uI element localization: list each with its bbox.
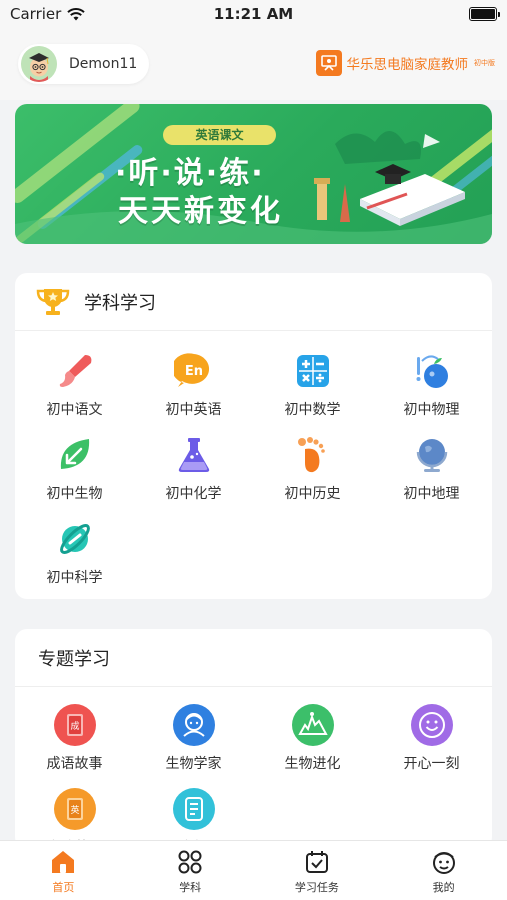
topics-title: 专题学习: [38, 648, 110, 670]
globe-icon: [410, 433, 454, 477]
topics-card: 专题学习 成 成语故事 生物学家 生物进化 开心一刻 英: [15, 629, 492, 849]
brand: 华乐思电脑家庭教师 初中版: [315, 50, 495, 76]
profile-face-icon: [432, 852, 455, 874]
svg-text:成: 成: [70, 720, 79, 732]
banner-headline-2: 天天新变化: [118, 194, 283, 229]
student-avatar-icon: [21, 46, 57, 82]
tab-home[interactable]: 首页: [0, 841, 127, 900]
tab-mine[interactable]: 我的: [380, 841, 507, 900]
subject-label: 初中英语: [165, 402, 222, 418]
battery-fill: [471, 9, 495, 19]
evolution-icon: [291, 703, 335, 747]
subjects-title: 学科学习: [84, 292, 156, 314]
topics-header: 专题学习: [15, 629, 492, 687]
user-profile-chip[interactable]: Demon11: [18, 44, 149, 84]
subject-label: 初中数学: [284, 402, 341, 418]
leaf-icon: [53, 433, 97, 477]
english-en-icon: En: [172, 349, 216, 393]
subject-chinese[interactable]: 初中语文: [15, 349, 134, 419]
tab-bar: 首页 学科 学习任务 我的: [0, 840, 507, 900]
tab-label: 我的: [432, 881, 455, 894]
username: Demon11: [69, 56, 138, 72]
banner-tag: 英语课文: [163, 125, 276, 145]
subject-label: 初中科学: [46, 570, 103, 586]
footprint-icon: [291, 433, 335, 477]
smile-icon: [410, 703, 454, 747]
history-news-icon: [172, 787, 216, 831]
subject-history[interactable]: 初中历史: [253, 433, 372, 503]
subject-label: 初中化学: [165, 486, 222, 502]
tab-tasks[interactable]: 学习任务: [254, 841, 381, 900]
tab-label: 学习任务: [294, 881, 339, 894]
svg-text:En: En: [184, 364, 202, 379]
subject-label: 初中历史: [284, 486, 341, 502]
tab-label: 学科: [179, 881, 202, 894]
subject-physics[interactable]: 初中物理: [372, 349, 491, 419]
subject-biology[interactable]: 初中生物: [15, 433, 134, 503]
subjects-card: 学科学习 初中语文 En 初中英语 初中数学 初中物理 初中生物 初中化学 初中…: [15, 273, 492, 599]
carrier-label: Carrier: [10, 5, 62, 23]
topic-label: 生物进化: [284, 756, 341, 772]
brush-icon: [53, 349, 97, 393]
topic-happy-moment[interactable]: 开心一刻: [372, 703, 491, 773]
subject-science[interactable]: 初中科学: [15, 517, 134, 587]
brand-name: 华乐思电脑家庭教师: [346, 57, 469, 73]
trophy-icon: [36, 288, 70, 315]
subject-label: 初中语文: [46, 402, 103, 418]
scientist-icon: [172, 703, 216, 747]
subjects-header: 学科学习: [15, 273, 492, 331]
flask-icon: [172, 433, 216, 477]
math-symbols-icon: [291, 349, 335, 393]
apple-atom-icon: [410, 349, 454, 393]
topic-label: 生物学家: [165, 756, 222, 772]
subject-math[interactable]: 初中数学: [253, 349, 372, 419]
topic-label: 成语故事: [46, 756, 103, 772]
promo-banner[interactable]: 英语课文 ·听·说·练· 天天新变化: [15, 104, 492, 244]
brand-suffix: 初中版: [474, 59, 495, 67]
topic-label: 开心一刻: [403, 756, 460, 772]
idiom-book-icon: 成: [53, 703, 97, 747]
brand-logo-icon: [315, 50, 342, 76]
topic-idioms[interactable]: 成 成语故事: [15, 703, 134, 773]
subject-chemistry[interactable]: 初中化学: [134, 433, 253, 503]
wifi-icon: [67, 7, 86, 20]
subject-label: 初中地理: [403, 486, 460, 502]
status-left: Carrier: [10, 5, 86, 23]
orbit-icon: [53, 517, 97, 561]
topic-evolution[interactable]: 生物进化: [253, 703, 372, 773]
subject-label: 初中物理: [403, 402, 460, 418]
calendar-check-icon: [305, 851, 328, 873]
status-bar: Carrier 11:21 AM: [0, 0, 507, 28]
avatar: [21, 46, 57, 82]
tab-label: 首页: [52, 881, 75, 894]
home-icon: [52, 851, 75, 873]
poem-book-icon: 英: [53, 787, 97, 831]
svg-text:英: 英: [70, 804, 79, 816]
topic-biologists[interactable]: 生物学家: [134, 703, 253, 773]
subject-geography[interactable]: 初中地理: [372, 433, 491, 503]
tab-subjects[interactable]: 学科: [127, 841, 254, 900]
battery-icon: [469, 7, 500, 21]
grid-icon: [178, 850, 202, 874]
subject-label: 初中生物: [46, 486, 103, 502]
subject-english[interactable]: En 初中英语: [134, 349, 253, 419]
